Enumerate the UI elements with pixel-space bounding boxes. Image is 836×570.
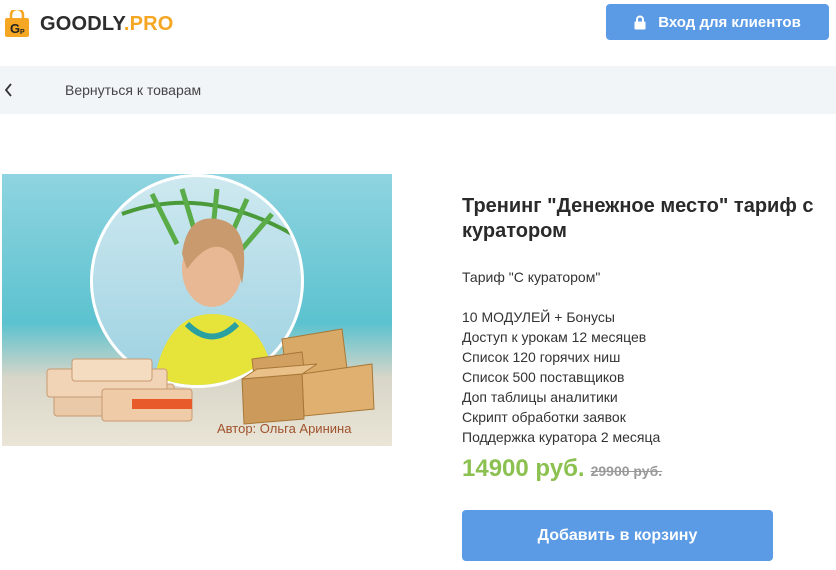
logo-suffix: PRO — [129, 12, 174, 35]
site-logo[interactable]: G P GOODLY.PRO — [4, 10, 174, 38]
login-button-label: Вход для клиентов — [658, 13, 801, 31]
feature-item: Список 500 поставщиков — [462, 369, 625, 385]
feature-item: Доп таблицы аналитики — [462, 389, 618, 405]
product-image: Автор: Ольга Аринина — [2, 174, 392, 446]
back-to-products-link[interactable]: Вернуться к товарам — [65, 82, 201, 98]
tariff-line: Тариф "С куратором" — [462, 269, 601, 285]
price-row: 14900 руб. 29900 руб. — [462, 455, 662, 483]
add-to-cart-button[interactable]: Добавить в корзину — [462, 510, 773, 561]
logo-main: GOODLY — [40, 12, 124, 35]
site-header: G P GOODLY.PRO Вход для клиентов — [0, 0, 836, 66]
feature-item: 10 МОДУЛЕЙ + Бонусы — [462, 309, 615, 325]
svg-text:G: G — [10, 21, 20, 36]
feature-item: Список 120 горячих ниш — [462, 349, 621, 365]
lock-icon — [634, 15, 646, 30]
feature-item: Доступ к урокам 12 месяцев — [462, 329, 647, 345]
feature-item: Поддержка куратора 2 месяца — [462, 429, 661, 445]
image-caption: Автор: Ольга Аринина — [217, 421, 352, 436]
old-price: 29900 руб. — [590, 463, 663, 479]
breadcrumb-bar: Вернуться к товарам — [0, 66, 836, 114]
logo-text: GOODLY.PRO — [40, 13, 174, 36]
svg-text:P: P — [20, 29, 25, 36]
product-description: Тариф "С куратором" 10 МОДУЛЕЙ + Бонусы … — [462, 267, 660, 447]
shopping-bag-icon: G P — [5, 10, 29, 37]
chevron-left-icon[interactable] — [2, 80, 16, 100]
product-title: Тренинг "Денежное место" тариф с куратор… — [462, 195, 814, 242]
current-price: 14900 руб. — [462, 455, 585, 482]
login-button[interactable]: Вход для клиентов — [606, 4, 829, 40]
feature-item: Скрипт обработки заявок — [462, 409, 626, 425]
